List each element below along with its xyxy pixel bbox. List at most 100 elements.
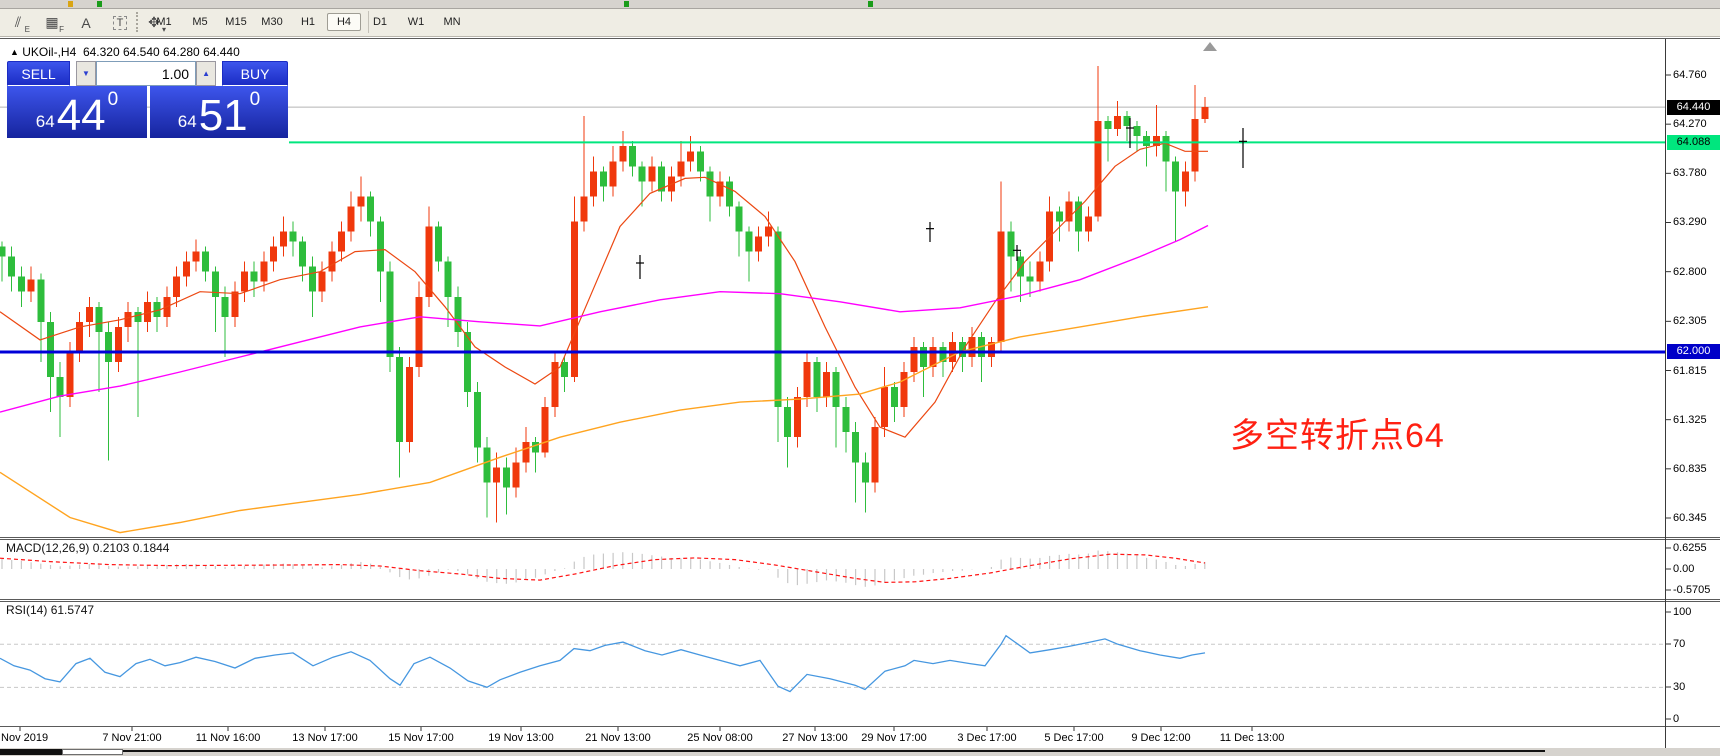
candle-body xyxy=(85,306,93,322)
candle-body xyxy=(890,387,898,408)
candle-body xyxy=(47,321,54,378)
candle-body xyxy=(784,407,792,438)
candle-body xyxy=(0,246,6,257)
candle-body xyxy=(27,279,35,292)
sell-price-small: 64 xyxy=(35,112,55,131)
candle-body xyxy=(813,361,821,398)
candle-body xyxy=(900,372,908,408)
candle-body xyxy=(861,462,869,483)
candle-body xyxy=(677,161,685,177)
trade-controls-row: SELL ▼ ▲ BUY xyxy=(7,61,288,86)
candle-body xyxy=(1007,231,1015,257)
candle-body xyxy=(502,467,510,488)
candle-body xyxy=(570,221,578,378)
candle-body xyxy=(1191,119,1199,172)
candle-body xyxy=(532,442,539,453)
candle-body xyxy=(308,266,316,292)
rsi-value: 61.5747 xyxy=(50,603,95,617)
candle-body xyxy=(415,296,423,367)
buy-price-small: 64 xyxy=(177,112,197,131)
candle-body xyxy=(755,236,763,252)
volume-input[interactable] xyxy=(96,61,197,86)
candle-body xyxy=(396,356,404,443)
candle-body xyxy=(425,226,433,297)
candle-body xyxy=(852,432,860,463)
candle-body xyxy=(823,372,830,398)
candle-body xyxy=(1181,171,1189,192)
ma-mid-line xyxy=(0,224,1209,413)
candle-body xyxy=(376,221,384,272)
candle-body xyxy=(687,151,695,162)
candle-body xyxy=(192,251,200,262)
candle-body xyxy=(512,462,520,488)
candle-body xyxy=(241,271,248,292)
buy-price-big: 51 xyxy=(198,91,248,140)
chart-text-annotation: 多空转折点64 xyxy=(1230,417,1445,455)
candle-body xyxy=(231,291,239,317)
candle-body xyxy=(279,231,287,247)
candle-body xyxy=(1065,201,1073,222)
candle-body xyxy=(95,306,103,332)
sell-price-big: 44 xyxy=(56,91,106,140)
candle-body xyxy=(357,196,365,207)
candle-body xyxy=(347,206,355,232)
candle-body xyxy=(405,366,413,443)
candle-body xyxy=(638,166,646,182)
sell-button[interactable]: SELL xyxy=(7,61,70,86)
candle-body xyxy=(182,261,190,277)
candle-body xyxy=(1114,116,1121,130)
candle-body xyxy=(619,146,627,162)
candle-body xyxy=(774,231,782,408)
buy-price-display[interactable]: 64 51 0 xyxy=(150,86,288,138)
rsi-indicator-label: RSI(14) 61.5747 xyxy=(6,603,95,617)
candle-body xyxy=(735,206,743,232)
candle-body xyxy=(599,171,607,187)
candle-body xyxy=(997,231,1005,342)
candle-body xyxy=(871,427,879,483)
candle-body xyxy=(299,241,307,267)
candle-body xyxy=(134,311,142,322)
sell-price-display[interactable]: 64 44 0 xyxy=(7,86,147,138)
macd-signal-line xyxy=(0,553,1206,584)
candle-body xyxy=(561,361,569,378)
ma-slow-line xyxy=(0,306,1209,534)
candle-body xyxy=(726,181,733,207)
buy-price-sup: 0 xyxy=(249,89,261,110)
candle-body xyxy=(696,151,704,172)
candle-body xyxy=(338,231,345,252)
candle-body xyxy=(1055,211,1063,222)
candle-body xyxy=(1104,121,1112,130)
collapse-arrow-icon[interactable]: ▲ xyxy=(10,47,19,57)
candle-body xyxy=(328,251,336,272)
macd-values: 0.2103 0.1844 xyxy=(92,541,170,555)
candle-body xyxy=(435,226,442,262)
candle-body xyxy=(580,196,588,222)
candle-body xyxy=(522,442,530,463)
candle-body xyxy=(289,231,297,242)
candle-body xyxy=(1201,107,1209,120)
candle-body xyxy=(1172,161,1180,192)
symbol-period-label: UKOil-,H4 xyxy=(22,45,77,59)
candle-body xyxy=(1026,276,1034,282)
candle-body xyxy=(1094,121,1102,217)
buy-button[interactable]: BUY xyxy=(222,61,288,86)
candle-body xyxy=(793,397,801,438)
candle-body xyxy=(250,271,258,282)
spinner-up-icon: ▲ xyxy=(202,69,211,78)
candle-body xyxy=(609,161,617,187)
price-badge-64.440: 64.440 xyxy=(1667,99,1720,115)
candle-body xyxy=(881,387,889,428)
candle-body xyxy=(444,261,452,297)
candle-body xyxy=(173,276,181,297)
candle-body xyxy=(473,392,481,448)
series-end-marker-icon xyxy=(1203,42,1217,51)
candle-body xyxy=(221,296,229,317)
candle-body xyxy=(483,447,491,483)
candle-body xyxy=(386,271,394,357)
candle-body xyxy=(105,331,113,362)
candle-body xyxy=(590,171,598,197)
volume-increase-button[interactable]: ▲ xyxy=(196,61,217,86)
candle-body xyxy=(367,196,375,222)
candle-body xyxy=(958,341,966,357)
volume-decrease-button[interactable]: ▼ xyxy=(75,61,97,86)
